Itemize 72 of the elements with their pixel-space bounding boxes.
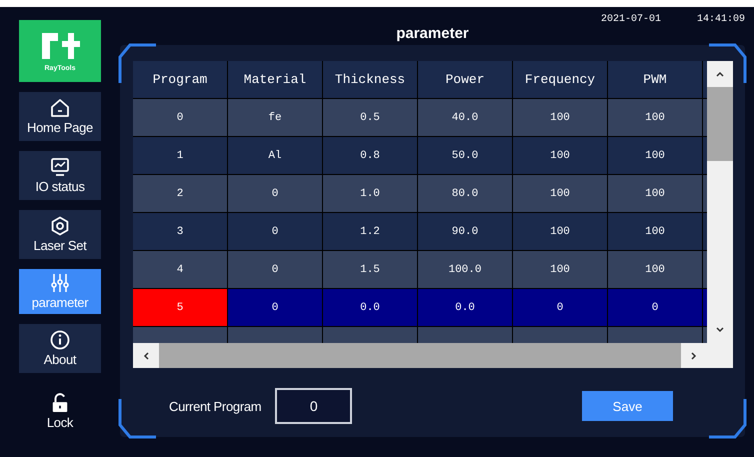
nav-item[interactable]: About [19,324,101,373]
table-cell: 100.0 [418,251,512,288]
table-row[interactable]: 0 fe 0.5 40.0 100 100 [133,99,707,136]
column-header: Thickness [323,61,417,98]
table-row[interactable]: 2 0 1.0 80.0 100 100 [133,175,707,212]
info-icon [50,330,70,350]
corner-accent [707,399,747,439]
nav-item[interactable]: Laser Set [19,210,101,259]
corner-accent [707,43,747,83]
nav-item[interactable]: IO status [19,151,101,200]
table-cell: 80.0 [418,175,512,212]
table-cell: 100 [513,99,607,136]
table-cell: 0 [228,289,322,326]
table-cell: 100 [608,251,702,288]
table-cell: 0 [228,213,322,250]
table-cell: 0 [133,99,227,136]
table-cell: 2 [133,175,227,212]
table-cell: 40.0 [418,99,512,136]
table-cell: 3 [133,213,227,250]
table-cell: 1 [133,137,227,174]
table-cell: 0 [228,175,322,212]
table-cell: 100 [513,251,607,288]
table-cell: 0 [228,251,322,288]
table-cell: 1.2 [323,213,417,250]
table-cell: 100 [608,137,702,174]
home-icon [50,98,70,118]
table-cell: 1.5 [323,251,417,288]
column-header: Program [133,61,227,98]
field-label: Current Program [169,398,262,414]
current-program-field[interactable]: 0 [275,388,352,424]
column-header: Material [228,61,322,98]
table-row[interactable]: 1 Al 0.8 50.0 100 100 [133,137,707,174]
settings-icon [50,216,70,236]
table-cell: 0.0 [418,289,512,326]
scroll-left-icon[interactable] [141,350,151,360]
table-cell: fe [228,99,322,136]
table-cell: 0.5 [323,99,417,136]
lock-icon [51,393,69,413]
sliders-icon [50,273,70,293]
column-header: Frequency [513,61,607,98]
table-row[interactable]: 4 0 1.5 100.0 100 100 [133,251,707,288]
scroll-right-icon[interactable] [689,350,699,360]
nav-item[interactable]: Home Page [19,92,101,141]
table-cell: 90.0 [418,213,512,250]
scroll-down-icon[interactable] [715,325,725,335]
table-cell: 100 [608,175,702,212]
logo-icon [40,30,80,60]
table-cell: 100 [513,137,607,174]
time-text: 14:41:09 [696,14,745,25]
column-header: Power [418,61,512,98]
table-cell: 4 [133,251,227,288]
lock-button[interactable]: Lock [19,387,101,436]
table-cell: 0.8 [323,137,417,174]
table-row[interactable]: 5 0 0.0 0.0 0 0 [133,289,707,326]
table-cell: 100 [513,213,607,250]
table-cell: 0 [608,289,702,326]
table-cell: 100 [608,213,702,250]
table-cell: Al [228,137,322,174]
monitor-icon [50,157,70,177]
table-cell: 0 [513,289,607,326]
column-header: PWM [608,61,702,98]
table-cell: 100 [513,175,607,212]
table-cell: 5 [133,289,227,326]
scroll-up-icon[interactable] [715,69,725,79]
page-title: parameter [396,25,469,44]
table-cell: 0.0 [323,289,417,326]
table-cell: 100 [608,99,702,136]
table-cell: 50.0 [418,137,512,174]
corner-accent [118,399,158,439]
table-row[interactable]: 3 0 1.2 90.0 100 100 [133,213,707,250]
table-cell: 1.0 [323,175,417,212]
date-text: 2021-07-01 [600,14,661,25]
